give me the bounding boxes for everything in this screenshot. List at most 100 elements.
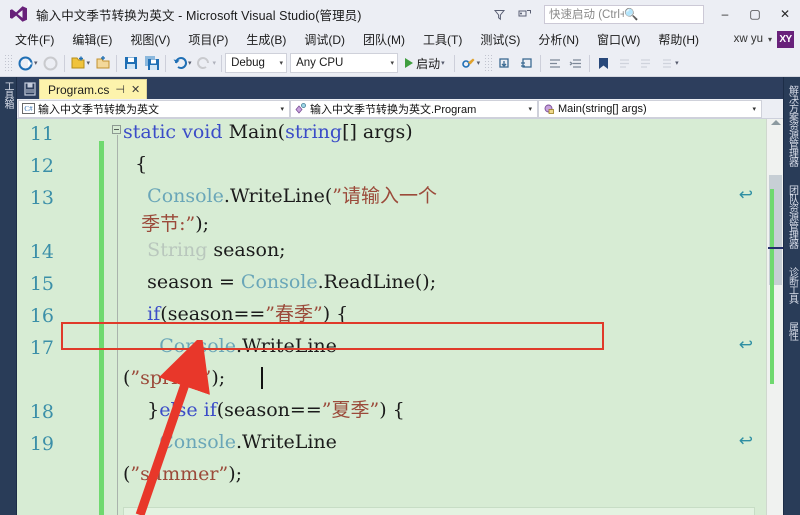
bookmark-icon[interactable] xyxy=(593,53,614,74)
save-icon[interactable] xyxy=(120,53,141,74)
minimize-button[interactable]: – xyxy=(710,0,740,28)
editor-vertical-scrollbar[interactable]: ≝ xyxy=(766,119,783,515)
quick-launch-placeholder: 快速启动 (Ctrl+Q) xyxy=(549,9,624,21)
code-line-14: String season; xyxy=(147,239,286,261)
indent-increase-icon[interactable] xyxy=(565,53,586,74)
title-bar: 输入中文季节转换为英文 - Microsoft Visual Studio(管理… xyxy=(0,0,800,28)
code-line-17: Console.WriteLine xyxy=(159,335,337,357)
menu-item-window[interactable]: 窗口(W) xyxy=(588,29,649,50)
code-text-layer[interactable]: static void Main(string[] args) { Consol… xyxy=(123,119,783,515)
chevron-down-icon: ▾ xyxy=(279,60,284,67)
pin-icon[interactable]: ⊣ xyxy=(115,83,125,96)
menu-item-project[interactable]: 项目(P) xyxy=(179,29,237,50)
redo-icon xyxy=(194,53,215,74)
step-into-icon[interactable] xyxy=(495,53,516,74)
code-line-17-wrap: (”spring”); xyxy=(123,367,226,389)
menu-item-view[interactable]: 视图(V) xyxy=(121,29,179,50)
avatar[interactable]: XY xyxy=(777,30,794,48)
solution-configuration-value: Debug xyxy=(231,57,265,69)
chevron-down-icon[interactable]: ▾ xyxy=(441,59,445,67)
fold-margin[interactable] xyxy=(112,119,123,515)
solution-configuration-combo[interactable]: Debug ▾ xyxy=(225,53,288,73)
navbar-type-value: 输入中文季节转换为英文.Program xyxy=(310,103,477,116)
feedback-funnel-icon[interactable] xyxy=(486,1,512,27)
line-number: 11 xyxy=(29,123,54,145)
toolbar-grip[interactable] xyxy=(4,54,13,72)
csharp-project-icon: C# xyxy=(22,102,35,115)
close-icon[interactable]: ✕ xyxy=(131,83,140,96)
tab-program-cs[interactable]: Program.cs ⊣ ✕ xyxy=(39,79,148,99)
line-number: 12 xyxy=(29,155,54,177)
menu-item-test[interactable]: 测试(S) xyxy=(471,29,529,50)
svg-text:C#: C# xyxy=(24,105,33,113)
window-title: 输入中文季节转换为英文 - Microsoft Visual Studio(管理… xyxy=(36,8,362,23)
line-number: 16 xyxy=(29,305,54,327)
start-debug-button[interactable]: 启动 ▾ xyxy=(401,55,451,72)
navigate-back-icon[interactable] xyxy=(15,53,36,74)
code-line-16: if(season==”春季”) { xyxy=(147,303,349,325)
document-tab-strip: Program.cs ⊣ ✕ xyxy=(17,77,783,99)
chevron-down-icon[interactable]: ▾ xyxy=(768,35,772,44)
sidebar-item-diagnostic-tools[interactable]: 诊断工具 xyxy=(785,261,800,309)
sidebar-item-solution-explorer[interactable]: 解决方案资源管理器 xyxy=(785,79,800,172)
menu-item-help[interactable]: 帮助(H) xyxy=(649,29,708,50)
menu-bar: 文件(F) 编辑(E) 视图(V) 项目(P) 生成(B) 调试(D) 团队(M… xyxy=(0,28,800,50)
redo-dropdown-caret: ▾ xyxy=(212,60,217,67)
toolbar-separator xyxy=(589,54,591,72)
toolbar-separator xyxy=(165,54,167,72)
line-number: 17 xyxy=(29,337,54,359)
menu-item-team[interactable]: 团队(M) xyxy=(354,29,414,50)
window-controls: – ▢ ✕ xyxy=(710,0,800,28)
scrollbar-caret-marker xyxy=(768,247,783,249)
sidebar-item-team-explorer[interactable]: 团队资源管理器 xyxy=(785,179,800,254)
quick-launch-search[interactable]: 快速启动 (Ctrl+Q) 🔍 xyxy=(544,4,704,24)
navbar-project-combo[interactable]: C# 输入中文季节转换为英文 ▾ xyxy=(18,99,290,118)
indent-decrease-icon[interactable] xyxy=(544,53,565,74)
line-number: 13 xyxy=(29,187,54,209)
fold-guide-line xyxy=(117,135,118,515)
title-bar-right-cluster: 快速启动 (Ctrl+Q) 🔍 – ▢ ✕ xyxy=(486,0,800,28)
hot-reload-icon[interactable] xyxy=(458,53,479,74)
maximize-button[interactable]: ▢ xyxy=(740,0,770,28)
start-debug-label: 启动 xyxy=(416,56,441,71)
solution-platform-combo[interactable]: Any CPU ▾ xyxy=(290,53,399,73)
sidebar-item-properties[interactable]: 属性 xyxy=(785,316,800,346)
toolbar-grip[interactable] xyxy=(484,54,494,72)
menu-item-file[interactable]: 文件(F) xyxy=(6,29,63,50)
menu-item-build[interactable]: 生成(B) xyxy=(237,29,295,50)
navbar-type-combo[interactable]: 输入中文季节转换为英文.Program ▾ xyxy=(290,99,538,118)
menu-item-tools[interactable]: 工具(T) xyxy=(414,29,471,50)
save-indicator-icon xyxy=(21,79,39,99)
user-name[interactable]: xw yu xyxy=(734,33,763,45)
code-line-19: Console.WriteLine xyxy=(159,431,337,453)
code-editor[interactable]: 11 12 13 14 15 16 17 18 19 static void M… xyxy=(17,119,783,515)
save-all-icon[interactable] xyxy=(141,53,162,74)
word-wrap-marker-icon: ↩ xyxy=(738,431,753,451)
account-cluster: xw yu ▾ XY xyxy=(734,28,794,50)
toolbar-separator xyxy=(116,54,118,72)
visual-studio-logo-icon xyxy=(8,4,28,24)
menu-item-debug[interactable]: 调试(D) xyxy=(295,29,354,50)
code-navigation-bar: C# 输入中文季节转换为英文 ▾ 输入中文季节转换为英文.Program ▾ M… xyxy=(17,99,783,119)
sidebar-item-toolbox[interactable]: 工具箱 xyxy=(0,77,15,114)
step-over-icon[interactable] xyxy=(516,53,537,74)
right-dock-strip: 解决方案资源管理器 团队资源管理器 诊断工具 属性 xyxy=(783,77,800,515)
menu-item-analyze[interactable]: 分析(N) xyxy=(529,29,588,50)
standard-toolbar: ▾ ▾ ▾ ▾ Debug ▾ Any CPU ▾ 启动 ▾ ▾ ▾ xyxy=(0,50,800,77)
left-dock-strip: 工具箱 xyxy=(0,77,17,515)
close-button[interactable]: ✕ xyxy=(770,0,800,28)
toolbar-separator xyxy=(540,54,542,72)
text-caret xyxy=(261,367,263,389)
main-body: 工具箱 解决方案资源管理器 团队资源管理器 诊断工具 属性 Program.cs… xyxy=(0,77,800,515)
undo-icon[interactable] xyxy=(169,53,190,74)
open-file-icon[interactable] xyxy=(92,53,113,74)
menu-item-edit[interactable]: 编辑(E) xyxy=(63,29,121,50)
collapse-region-icon[interactable] xyxy=(112,125,121,134)
uncomment-icon xyxy=(635,53,656,74)
chevron-down-icon: ▾ xyxy=(390,60,395,67)
scroll-up-arrow-icon[interactable] xyxy=(771,120,781,125)
navbar-member-combo[interactable]: Main(string[] args) ▾ xyxy=(538,99,762,118)
new-project-icon[interactable] xyxy=(68,53,89,74)
code-line-15: season = Console.ReadLine(); xyxy=(123,271,437,293)
notification-icon[interactable] xyxy=(512,1,538,27)
